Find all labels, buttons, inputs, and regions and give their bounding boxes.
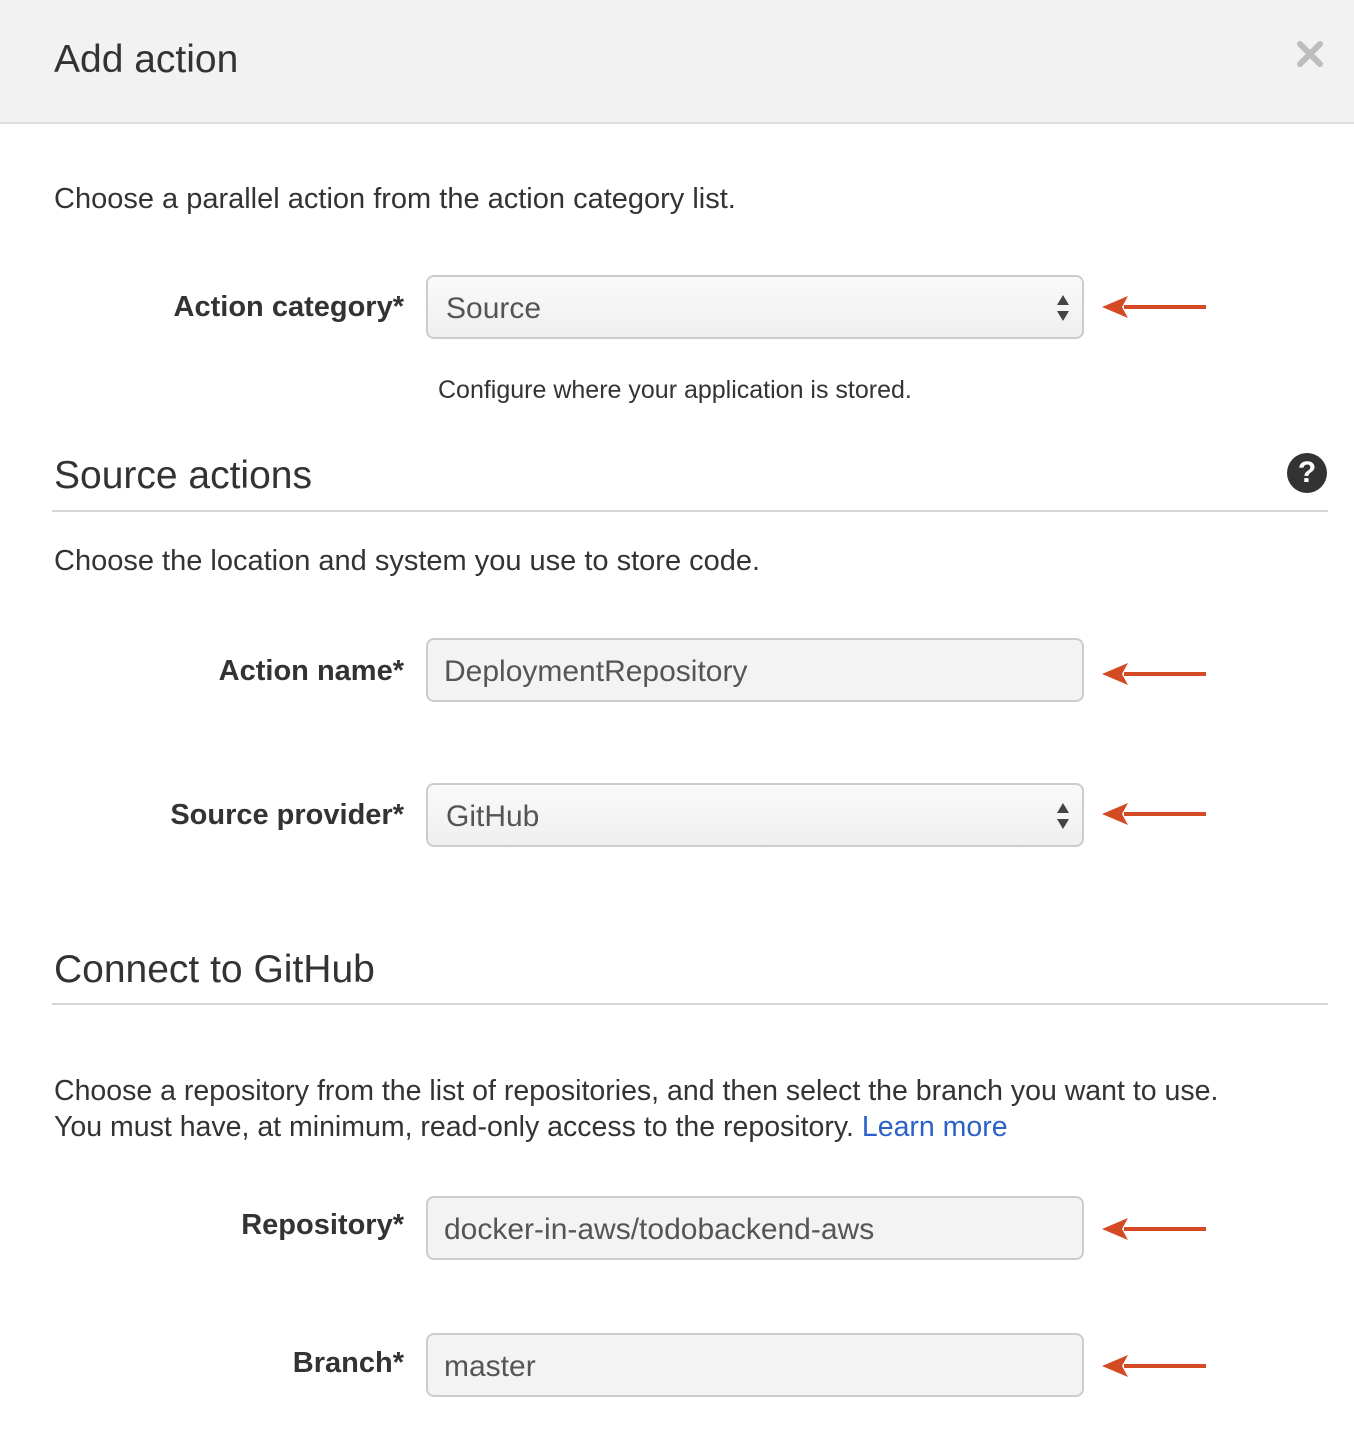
branch-value: master bbox=[444, 1350, 536, 1383]
annotation-arrow-icon bbox=[1102, 296, 1206, 318]
section-divider bbox=[52, 510, 1328, 512]
branch-input[interactable]: master bbox=[426, 1333, 1084, 1397]
learn-more-link[interactable]: Learn more bbox=[862, 1111, 1008, 1143]
select-caret-icon bbox=[1057, 295, 1069, 321]
connect-github-description-line1: Choose a repository from the list of rep… bbox=[54, 1075, 1219, 1107]
action-category-hint: Configure where your application is stor… bbox=[438, 376, 912, 404]
action-category-select[interactable]: Source bbox=[426, 275, 1084, 339]
dialog-intro: Choose a parallel action from the action… bbox=[54, 183, 736, 215]
dialog-header: Add action bbox=[0, 0, 1354, 124]
dialog-title: Add action bbox=[54, 38, 239, 81]
action-category-label: Action category* bbox=[173, 291, 404, 323]
annotation-arrow-icon bbox=[1102, 803, 1206, 825]
connect-github-title: Connect to GitHub bbox=[54, 948, 375, 991]
branch-label: Branch* bbox=[292, 1347, 404, 1379]
source-provider-value: GitHub bbox=[446, 800, 540, 833]
close-icon[interactable] bbox=[1296, 40, 1324, 68]
repository-value: docker-in-aws/todobackend-aws bbox=[444, 1213, 875, 1246]
annotation-arrow-icon bbox=[1102, 1218, 1206, 1240]
help-icon[interactable]: ? bbox=[1287, 453, 1327, 493]
action-category-value: Source bbox=[446, 292, 542, 325]
repository-input[interactable]: docker-in-aws/todobackend-aws bbox=[426, 1196, 1084, 1260]
action-name-input[interactable]: DeploymentRepository bbox=[426, 638, 1084, 702]
annotation-arrow-icon bbox=[1102, 663, 1206, 685]
source-actions-title: Source actions bbox=[54, 454, 312, 497]
source-provider-select[interactable]: GitHub bbox=[426, 783, 1084, 847]
source-provider-label: Source provider* bbox=[170, 799, 404, 831]
annotation-arrow-icon bbox=[1102, 1355, 1206, 1377]
select-caret-icon bbox=[1057, 803, 1069, 829]
section-divider bbox=[52, 1003, 1328, 1005]
connect-github-description-text: You must have, at minimum, read-only acc… bbox=[54, 1111, 854, 1143]
action-name-value: DeploymentRepository bbox=[444, 655, 748, 688]
action-name-label: Action name* bbox=[218, 655, 404, 687]
source-actions-description: Choose the location and system you use t… bbox=[54, 545, 761, 577]
repository-label: Repository* bbox=[241, 1209, 404, 1241]
connect-github-description-line2: You must have, at minimum, read-only acc… bbox=[54, 1109, 1008, 1145]
